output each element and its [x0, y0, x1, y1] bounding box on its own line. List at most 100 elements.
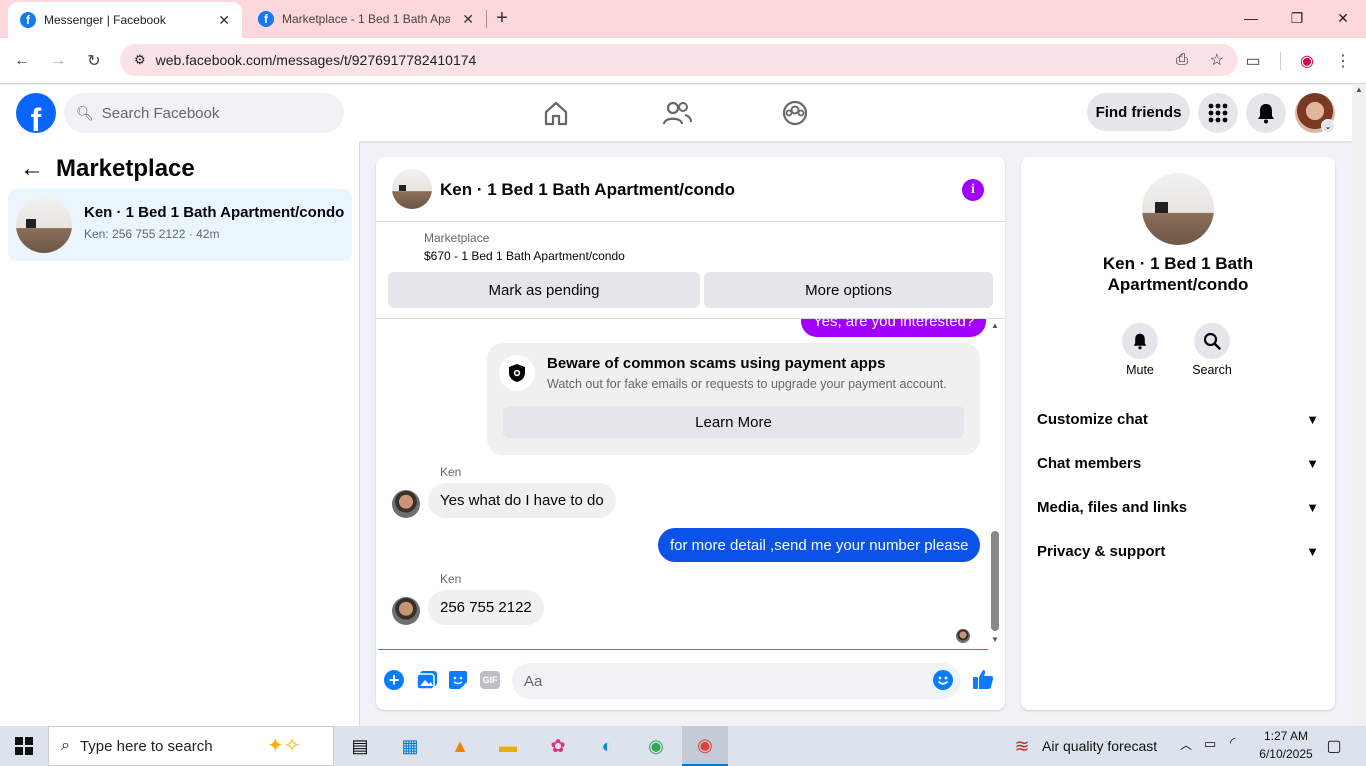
reload-icon[interactable]: ↻ — [79, 46, 109, 76]
tab-search-icon[interactable]: ▭ — [1238, 46, 1268, 76]
edge-icon[interactable]: ◐ — [587, 730, 627, 762]
conversation-item[interactable]: Ken · 1 Bed 1 Bath Apartment/condo Ken: … — [8, 189, 352, 261]
clock-date[interactable]: 6/10/2025 — [1254, 747, 1318, 761]
search-facebook-input[interactable]: 🔍︎ Search Facebook — [64, 93, 344, 133]
clock-time[interactable]: 1:27 AM — [1254, 729, 1318, 743]
sender-avatar[interactable] — [392, 597, 420, 625]
message-bubble-incoming[interactable]: Yes what do I have to do — [428, 483, 616, 518]
restore-icon[interactable]: ❐ — [1274, 0, 1320, 36]
profile-avatar[interactable] — [1142, 173, 1214, 245]
menu-grid-icon[interactable] — [1198, 93, 1238, 133]
minimize-icon[interactable]: — — [1228, 0, 1274, 36]
file-explorer-icon[interactable]: ▬ — [488, 730, 528, 762]
chrome-active-icon[interactable]: ◉ — [682, 726, 728, 766]
windows-start-icon[interactable] — [4, 730, 44, 762]
url-text: web.facebook.com/messages/t/927691778241… — [155, 52, 477, 68]
mute-label[interactable]: Mute — [1110, 363, 1170, 377]
media-files-links-row[interactable]: Media, files and links ▼ — [1037, 493, 1319, 521]
message-bubble-outgoing[interactable]: Yes, are you interested? — [801, 319, 987, 337]
chat-members-row[interactable]: Chat members ▼ — [1037, 449, 1319, 477]
sender-avatar[interactable] — [392, 490, 420, 518]
sticker-icon[interactable] — [448, 670, 468, 690]
show-hidden-icons-icon[interactable]: ︿ — [1180, 736, 1192, 753]
emoji-icon[interactable] — [933, 670, 953, 690]
groups-icon[interactable] — [781, 99, 809, 127]
back-icon[interactable]: ← — [7, 46, 37, 76]
search-label[interactable]: Search — [1182, 363, 1242, 377]
chevron-down-icon: ▼ — [1306, 455, 1319, 471]
microsoft-store-icon[interactable]: ▦ — [390, 730, 430, 762]
install-app-icon[interactable]: ⎙ — [1176, 51, 1188, 68]
marketplace-inbox: ← Marketplace Ken · 1 Bed 1 Bath Apartme… — [0, 141, 360, 726]
chat-title[interactable]: Ken · 1 Bed 1 Bath Apartment/condo — [440, 180, 735, 200]
like-thumbs-up-icon[interactable] — [972, 668, 994, 690]
learn-more-button[interactable]: Learn More — [503, 406, 964, 438]
browser-toolbar: ← → ↻ ⚙ web.facebook.com/messages/t/9276… — [0, 38, 1366, 84]
gif-icon[interactable]: GIF — [480, 671, 500, 689]
message-input[interactable]: Aa — [512, 663, 961, 699]
notification-center-icon[interactable]: ▢ — [1322, 734, 1346, 758]
search-icon[interactable] — [1194, 323, 1230, 359]
weather-text[interactable]: Air quality forecast — [1042, 738, 1157, 754]
section-label: Customize chat — [1037, 410, 1148, 428]
find-friends-button[interactable]: Find friends — [1087, 93, 1190, 131]
home-icon[interactable] — [541, 99, 571, 127]
tab-title: Messenger | Facebook — [44, 13, 166, 27]
more-options-button[interactable]: More options — [704, 272, 993, 308]
facebook-logo-icon[interactable]: f — [16, 93, 56, 133]
facebook-favicon-icon: f — [20, 12, 36, 28]
close-tab-icon[interactable]: ✕ — [218, 12, 230, 29]
composer-divider — [378, 649, 988, 650]
search-icon: ⌕ — [61, 737, 70, 754]
more-actions-plus-icon[interactable]: + — [384, 670, 404, 690]
tab-marketplace[interactable]: f Marketplace - 1 Bed 1 Bath Apa ✕ — [246, 0, 486, 38]
attach-photo-icon[interactable] — [416, 670, 438, 690]
photos-icon[interactable]: ✿ — [538, 730, 578, 762]
chat-scrollbar-thumb[interactable] — [991, 531, 999, 631]
chat-avatar[interactable] — [392, 169, 432, 209]
tab-messenger[interactable]: f Messenger | Facebook ✕ — [8, 2, 242, 38]
friends-icon[interactable] — [661, 99, 693, 127]
forward-icon[interactable]: → — [43, 46, 73, 76]
new-tab-icon[interactable]: + — [490, 6, 514, 30]
scam-warning-card: Beware of common scams using payment app… — [487, 343, 980, 455]
wifi-icon[interactable]: ◜ — [1230, 734, 1235, 751]
seen-receipt-avatar — [956, 629, 970, 643]
message-bubble-incoming[interactable]: 256 755 2122 — [428, 590, 544, 625]
close-window-icon[interactable]: ✕ — [1320, 0, 1366, 36]
chrome-icon[interactable]: ◉ — [636, 730, 676, 762]
listing-avatar — [16, 197, 72, 253]
site-info-icon[interactable]: ⚙ — [134, 52, 146, 68]
sender-name: Ken — [440, 572, 462, 586]
vlc-icon[interactable]: ▲ — [440, 730, 480, 762]
page-scrollbar[interactable]: ▲ — [1352, 85, 1366, 726]
bookmark-star-icon[interactable]: ☆ — [1210, 50, 1224, 70]
listing-title[interactable]: $670 - 1 Bed 1 Bath Apartment/condo — [424, 249, 625, 263]
scam-title: Beware of common scams using payment app… — [547, 355, 886, 372]
info-icon[interactable]: i — [962, 179, 984, 201]
air-quality-icon[interactable]: ≋ — [1010, 734, 1034, 758]
account-chevron-icon[interactable]: ⌄ — [1321, 119, 1335, 133]
taskbar-search-placeholder: Type here to search — [79, 737, 213, 755]
mute-bell-icon[interactable] — [1122, 323, 1158, 359]
mark-as-pending-button[interactable]: Mark as pending — [388, 272, 700, 308]
back-arrow-icon[interactable]: ← — [20, 155, 44, 183]
section-label: Privacy & support — [1037, 542, 1166, 560]
message-bubble-outgoing[interactable]: for more detail ,send me your number ple… — [658, 528, 981, 562]
task-view-icon[interactable]: ▤ — [340, 730, 380, 762]
copilot-sparkle-icon[interactable]: ✦✧ — [267, 733, 301, 758]
profile-icon[interactable]: ◉ — [1292, 46, 1322, 76]
customize-chat-row[interactable]: Customize chat ▼ — [1037, 405, 1319, 433]
close-tab-icon[interactable]: ✕ — [462, 11, 474, 28]
chat-scrollbar[interactable]: ▲ ▼ — [990, 321, 1000, 647]
facebook-header: f 🔍︎ Search Facebook Find friends ⌄ — [0, 85, 1352, 141]
search-placeholder: Search Facebook — [101, 104, 220, 122]
privacy-support-row[interactable]: Privacy & support ▼ — [1037, 537, 1319, 565]
tab-divider — [486, 10, 487, 28]
chrome-menu-icon[interactable]: ⋮ — [1328, 46, 1358, 76]
taskbar-search-input[interactable]: ⌕ Type here to search ✦✧ — [48, 726, 334, 766]
tab-title: Marketplace - 1 Bed 1 Bath Apa — [282, 12, 450, 26]
address-bar[interactable]: ⚙ web.facebook.com/messages/t/9276917782… — [120, 44, 1238, 76]
battery-icon[interactable]: ▭ — [1204, 736, 1216, 752]
notifications-bell-icon[interactable] — [1246, 93, 1286, 133]
